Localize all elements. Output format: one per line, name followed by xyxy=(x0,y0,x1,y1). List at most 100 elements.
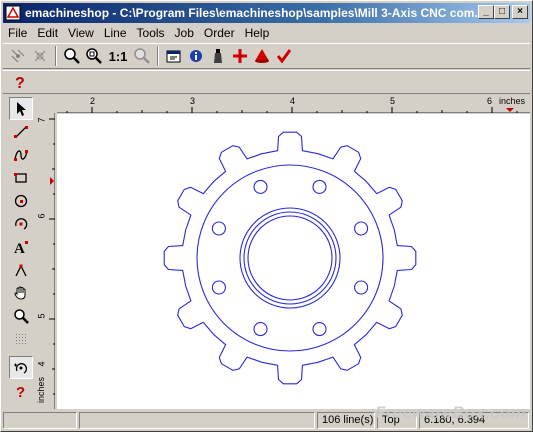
info-button[interactable] xyxy=(185,45,207,67)
zoom-in-icon xyxy=(64,48,80,64)
help-question-icon: ? xyxy=(15,75,25,91)
zoom-fit-button[interactable] xyxy=(83,45,105,67)
trim-icon xyxy=(15,264,27,276)
snap-grid-icon xyxy=(11,49,25,63)
h-ruler-label: 3 xyxy=(190,96,196,106)
snap-point-button[interactable] xyxy=(29,45,51,67)
menu-bar: File Edit View Line Tools Job Order Help xyxy=(3,24,530,42)
circle-icon xyxy=(14,194,28,207)
bottle-icon xyxy=(214,49,222,63)
snap-point-icon xyxy=(34,50,46,62)
dotted-grid-icon xyxy=(16,333,26,344)
menu-help[interactable]: Help xyxy=(240,24,275,42)
h-ruler-label: 2 xyxy=(90,96,96,106)
maximize-button[interactable]: □ xyxy=(494,5,510,19)
app-window: emachineshop - C:\Program Files\emachine… xyxy=(0,0,533,432)
gear-pitch-circle xyxy=(196,164,384,352)
pan-tool[interactable] xyxy=(9,281,33,304)
status-pane-2 xyxy=(79,411,315,429)
menu-line[interactable]: Line xyxy=(99,24,132,42)
h-ruler-label: 4 xyxy=(290,96,296,106)
svg-text:?: ? xyxy=(16,384,25,399)
info-icon xyxy=(190,50,202,62)
3d-view-button[interactable] xyxy=(251,45,273,67)
horizontal-ruler: 2 3 4 5 6 inches xyxy=(57,95,530,113)
v-ruler-label: 5 xyxy=(36,313,47,319)
select-tool[interactable] xyxy=(9,97,33,120)
bolt-hole xyxy=(312,179,327,194)
svg-text:?: ? xyxy=(15,75,25,91)
main-toolbar: 1:1 xyxy=(3,43,530,69)
minimize-button[interactable]: _ xyxy=(478,5,494,19)
v-ruler-label: 7 xyxy=(36,117,47,123)
bolt-hole xyxy=(211,221,226,236)
toolbar-separator xyxy=(157,46,159,66)
v-ruler-label: 6 xyxy=(36,213,47,219)
material-button[interactable] xyxy=(207,45,229,67)
title-bar[interactable]: emachineshop - C:\Program Files\emachine… xyxy=(3,3,530,23)
red-cross-icon xyxy=(233,49,247,63)
rectangle-icon xyxy=(14,172,27,183)
properties-icon xyxy=(166,50,181,63)
help-question-icon: ? xyxy=(16,384,25,399)
cone-icon xyxy=(255,49,269,63)
hub-circle-outer xyxy=(239,207,341,309)
bolt-hole xyxy=(211,280,226,295)
text-a-icon: A xyxy=(14,240,28,255)
drawing-canvas[interactable] xyxy=(57,114,530,409)
zoom-tool[interactable] xyxy=(9,304,33,327)
snap-arc-icon xyxy=(14,362,28,374)
hand-icon xyxy=(14,285,26,300)
pointer-arrow-icon xyxy=(17,101,26,116)
bolt-hole xyxy=(253,179,268,194)
text-tool[interactable]: A xyxy=(9,235,33,258)
v-ruler-unit: inches xyxy=(36,376,47,404)
line-tool[interactable] xyxy=(9,120,33,143)
line-icon xyxy=(14,125,28,138)
menu-edit[interactable]: Edit xyxy=(32,24,63,42)
checkmark-icon xyxy=(276,49,292,64)
bolt-hole xyxy=(354,280,369,295)
menu-file[interactable]: File xyxy=(3,24,32,42)
circle-tool[interactable] xyxy=(9,189,33,212)
price-check-button[interactable] xyxy=(273,45,295,67)
help-toolbar: ? xyxy=(3,70,530,94)
close-button[interactable]: × xyxy=(512,5,528,19)
status-pane-1 xyxy=(3,411,77,429)
curve-tool[interactable] xyxy=(9,143,33,166)
trim-tool[interactable] xyxy=(9,258,33,281)
snap-tool[interactable] xyxy=(9,356,33,379)
menu-view[interactable]: View xyxy=(63,24,99,42)
menu-tools[interactable]: Tools xyxy=(132,24,170,42)
line-count: 106 line(s) xyxy=(317,411,375,429)
help-tool[interactable]: ? xyxy=(9,379,33,402)
snap-grid-button[interactable] xyxy=(7,45,29,67)
zoom-out-icon xyxy=(134,48,150,64)
check-button[interactable] xyxy=(229,45,251,67)
gear-outline xyxy=(163,131,417,385)
h-ruler-label: 6 xyxy=(487,96,493,106)
v-ruler-label: 4 xyxy=(36,361,47,367)
zoom-fit-icon xyxy=(86,48,102,64)
bolt-hole xyxy=(312,322,327,337)
menu-job[interactable]: Job xyxy=(170,24,199,42)
drawing-toolbar: A ? xyxy=(9,97,35,399)
rectangle-tool[interactable] xyxy=(9,166,33,189)
zoom-one-to-one-button[interactable]: 1:1 xyxy=(105,45,131,67)
menu-order[interactable]: Order xyxy=(199,24,240,42)
help-button[interactable]: ? xyxy=(9,71,31,93)
app-icon xyxy=(5,5,21,21)
watermark: FreewareBox.com xyxy=(375,403,526,422)
h-ruler-label: 5 xyxy=(390,96,396,106)
arc-tool[interactable] xyxy=(9,212,33,235)
bolt-hole xyxy=(253,322,268,337)
window-title: emachineshop - C:\Program Files\emachine… xyxy=(25,6,477,20)
grid-tool[interactable] xyxy=(9,327,33,350)
zoom-in-button[interactable] xyxy=(61,45,83,67)
zoom-out-button[interactable] xyxy=(131,45,153,67)
properties-button[interactable] xyxy=(163,45,185,67)
hub-circle-mid xyxy=(243,211,337,305)
gear-drawing xyxy=(163,131,417,385)
toolbar-separator xyxy=(55,46,57,66)
h-ruler-unit: inches xyxy=(499,96,526,106)
